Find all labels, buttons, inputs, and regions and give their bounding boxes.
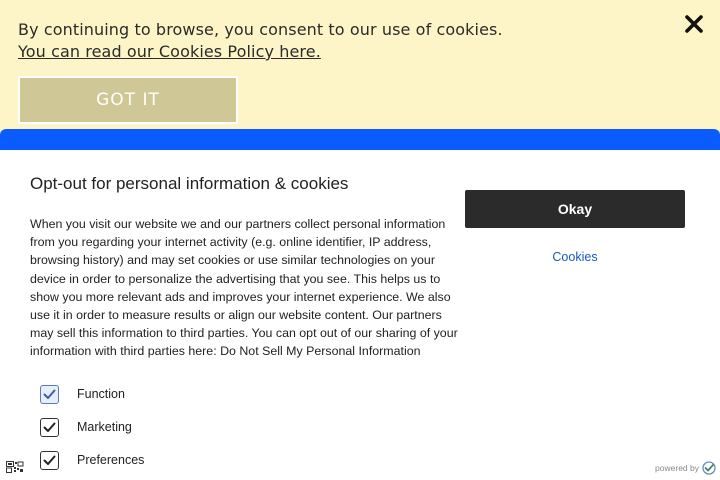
cookie-banner: By continuing to browse, you consent to … [0, 0, 720, 140]
option-marketing[interactable]: Marketing [40, 417, 132, 437]
checkmark-icon [43, 422, 56, 432]
checkmark-icon [43, 389, 56, 399]
option-preferences[interactable]: Preferences [40, 450, 144, 470]
cookies-link[interactable]: Cookies [465, 250, 685, 264]
banner-message: By continuing to browse, you consent to … [18, 20, 503, 39]
panel-title: Opt-out for personal information & cooki… [30, 174, 349, 193]
option-label: Preferences [77, 453, 145, 467]
qr-code-icon[interactable] [6, 458, 24, 473]
function-checkbox[interactable] [40, 384, 59, 404]
powered-by[interactable]: powered by [655, 461, 716, 475]
consent-panel: Opt-out for personal information & cooki… [0, 150, 720, 480]
verified-check-icon [702, 461, 716, 475]
marketing-checkbox[interactable] [40, 417, 59, 437]
powered-by-text: powered by [655, 463, 699, 473]
okay-button[interactable]: Okay [465, 190, 685, 228]
banner-text: By continuing to browse, you consent to … [18, 19, 503, 63]
checkmark-icon [43, 455, 56, 465]
close-icon[interactable] [682, 12, 706, 36]
option-function[interactable]: Function [40, 384, 125, 404]
panel-description: When you visit our website we and our pa… [30, 217, 458, 359]
option-label: Marketing [77, 420, 132, 434]
option-label: Function [77, 387, 125, 401]
preferences-checkbox[interactable] [40, 450, 59, 470]
got-it-button[interactable]: GOT IT [18, 76, 238, 124]
cookies-policy-link[interactable]: You can read our Cookies Policy here. [18, 41, 503, 63]
